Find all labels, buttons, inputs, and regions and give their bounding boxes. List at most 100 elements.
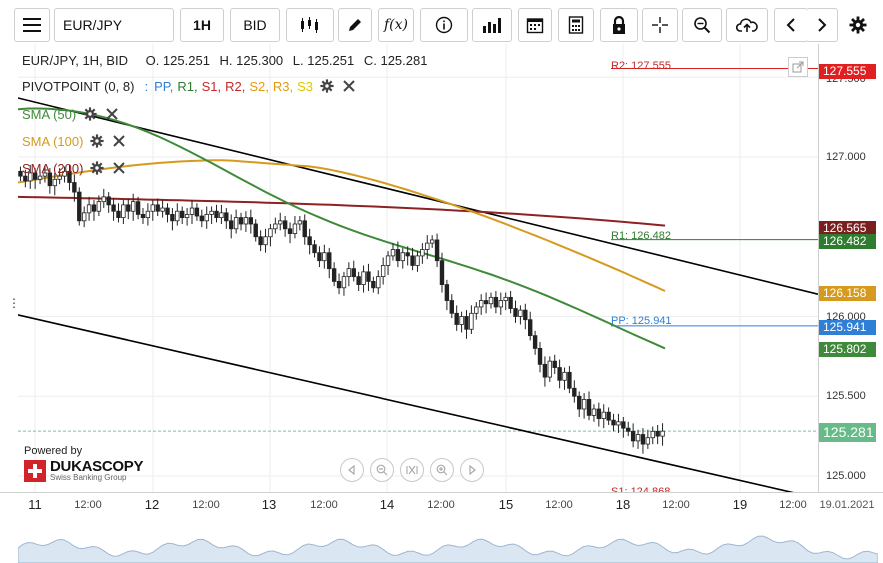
candle-body [248,217,254,225]
sma50-legend: SMA (50) [22,106,120,122]
candle-body [346,268,352,278]
candle-body [478,300,484,308]
candle-body [106,196,111,206]
zoom-icon[interactable] [682,8,722,42]
r2-pivot-label: R2: 127.555 [611,60,671,72]
expand-icon[interactable] [788,57,808,77]
menu-icon[interactable] [14,8,50,42]
sma50-remove-close-icon[interactable] [104,106,120,122]
candle-body [488,296,494,305]
sma50-price-tag: 125.802 [819,342,876,357]
sma100-remove-close-icon[interactable] [111,133,127,149]
current-date-label: 19.01.2021 [819,499,875,511]
candle-body [429,239,435,244]
candle-body [258,236,263,246]
calculator-icon[interactable] [558,8,594,42]
r2-price-tag: 127.555 [819,64,876,79]
candle-body [155,204,160,212]
pivot-settings-gear-icon[interactable] [319,78,335,94]
navigator-chart[interactable] [18,518,878,563]
x-tick-time: 12:00 [427,499,455,511]
scroll-right-icon[interactable] [460,458,484,482]
x-tick-day: 19 [732,497,748,512]
chevron-right-icon[interactable] [806,8,838,42]
candle-body [101,196,106,203]
bar-chart-icon[interactable] [472,8,512,42]
candle-body [224,212,229,222]
settings-gear-icon[interactable] [842,8,874,42]
pivot-remove-close-icon[interactable] [341,78,357,94]
sma200-settings-gear-icon[interactable] [89,160,105,176]
crosshair-icon[interactable] [642,8,678,42]
price-chart[interactable] [18,44,818,492]
candle-body [292,223,298,234]
candle-body [199,215,205,222]
symbol-selector[interactable]: EUR/JPY [54,8,174,42]
axis-label-125: 125.000 [826,470,866,482]
x-tick-day: 11 [28,497,42,512]
timeframe-button[interactable]: 1H [180,8,224,42]
draw-pen-icon[interactable] [338,8,372,42]
candle-body [297,220,303,225]
axis-label-125-5: 125.500 [826,390,866,402]
candle-body [385,255,391,266]
x-tick-time: 12:00 [779,499,807,511]
last-price-tag: 125.281 [819,423,876,442]
cloud-upload-icon[interactable] [726,8,768,42]
indicators-button[interactable]: f(x) [378,8,414,42]
x-tick-day: 15 [498,497,514,512]
candle-body [650,430,655,439]
info-icon[interactable] [420,8,468,42]
candle-body [449,300,454,314]
pivot-indicator-title: PIVOTPOINT (0, 8) [22,78,135,94]
candle-body [626,427,631,432]
candle-body [116,210,121,219]
candle-body [415,255,420,266]
price-side-button[interactable]: BID [230,8,280,42]
sma100-settings-gear-icon[interactable] [89,133,105,149]
lock-icon[interactable] [600,8,638,42]
fx-label: f(x) [383,17,408,33]
candle-body [81,212,87,222]
chevron-left-icon[interactable] [774,8,808,42]
candle-body [380,265,386,278]
candle-body [586,399,592,416]
candle-body [189,207,195,215]
panel-resize-handle[interactable]: ⋮ [8,296,20,310]
candle-body [376,276,381,289]
navigator-area [18,535,878,563]
candle-body [660,430,665,437]
candle-body [57,175,62,180]
zoom-out-icon[interactable] [370,458,394,482]
reset-view-icon[interactable] [400,458,424,482]
candle-body [547,360,553,378]
scroll-left-icon[interactable] [340,458,364,482]
candle-body [322,252,327,262]
candle-body [572,387,577,397]
candle-body [439,260,445,286]
candle-body [209,210,214,215]
open-value: O. 125.251 [145,53,210,68]
chart-area[interactable] [18,44,818,492]
sma50-settings-gear-icon[interactable] [82,106,98,122]
sma200-remove-close-icon[interactable] [111,160,127,176]
candle-body [655,430,660,437]
candle-body [145,210,151,219]
navigator-overview[interactable] [18,518,878,563]
candle-body [273,223,278,230]
sma100-price-tag: 126.158 [819,286,876,301]
zoom-in-icon[interactable] [430,458,454,482]
x-tick-time: 12:00 [545,499,573,511]
pivot-indicator-legend: PIVOTPOINT (0, 8) : PP, R1, S1, R2, S2, R3, S3 [22,78,357,94]
candle-body [233,217,239,230]
x-tick-day: 14 [379,497,395,512]
candle-body [263,236,268,246]
calendar-icon[interactable] [518,8,552,42]
chart-type-icon[interactable] [286,8,334,42]
pivot-item-1: R1, [177,78,198,94]
candle-body [434,239,440,262]
candle-body [366,271,371,282]
candle-body [302,220,307,238]
candle-body [23,175,28,182]
price-axis-border [818,44,819,518]
